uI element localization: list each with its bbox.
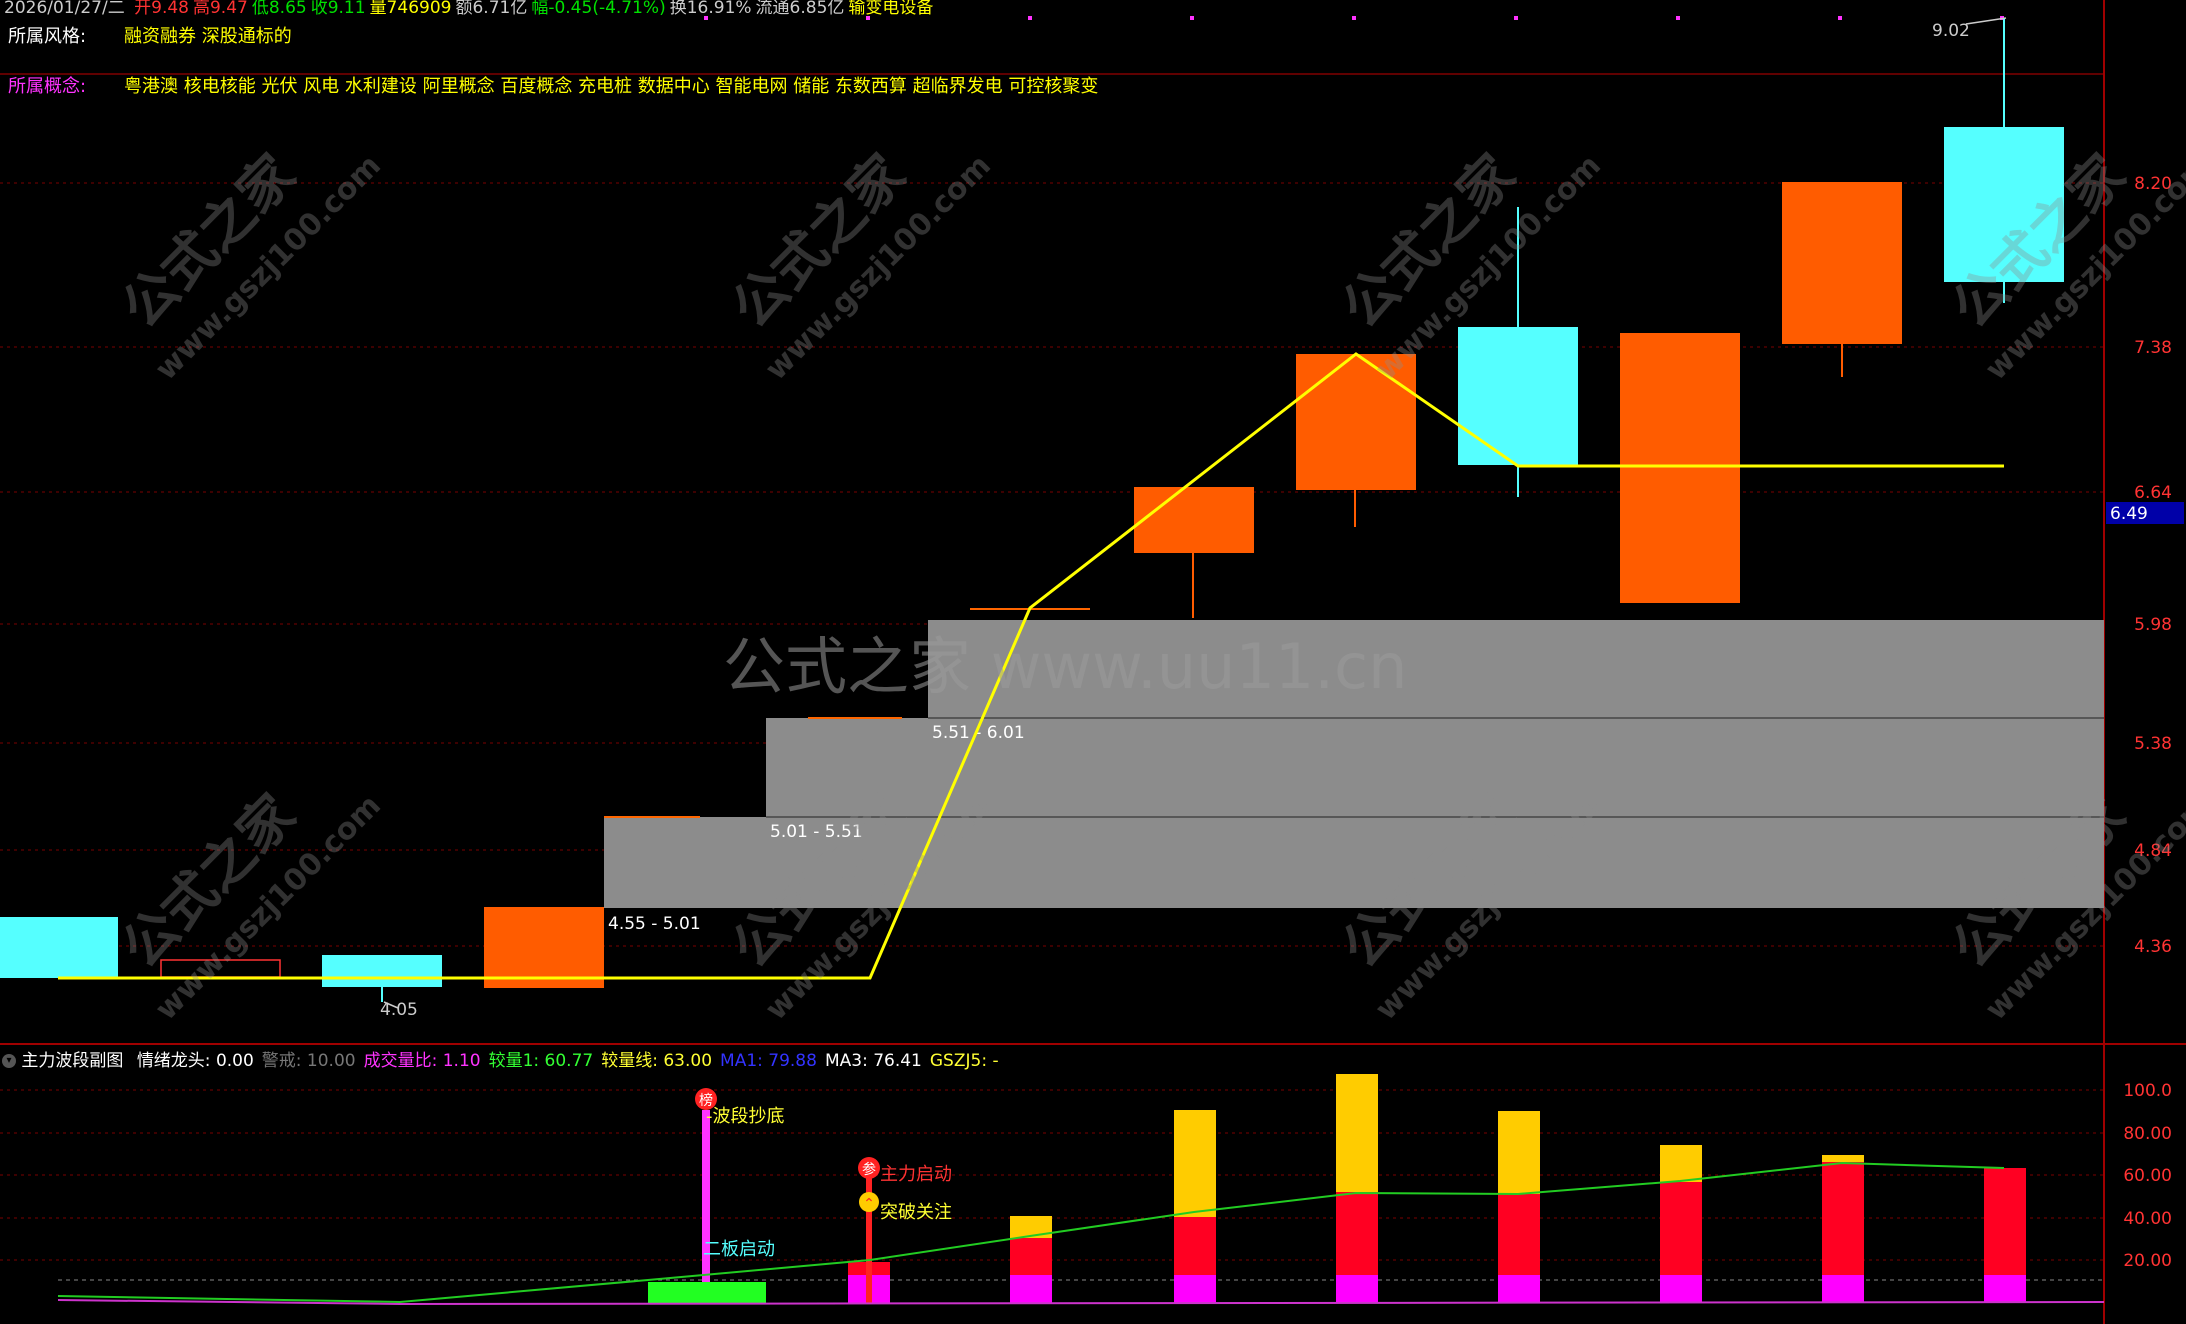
low-label: 4.05: [380, 1000, 418, 1020]
indicator-tick: 20.00: [2123, 1251, 2172, 1271]
candle-up: [484, 907, 604, 988]
red-bar: [1010, 1238, 1052, 1275]
indicator-value: 成交量比: 1.10: [363, 1051, 481, 1071]
magenta-bar: [1336, 1275, 1378, 1303]
signal-dot: [1352, 16, 1356, 20]
high-label: 9.02: [1932, 21, 1970, 41]
indicator-value: GSZJ5: -: [929, 1051, 999, 1071]
price-tick: 4.36: [2134, 937, 2172, 957]
yellow-bar: [1822, 1155, 1864, 1162]
candle-up: [1620, 333, 1740, 603]
yellow-bar: [1498, 1111, 1540, 1194]
stock-chart-window: 2026/01/27/二 开9.48 高9.47 低8.65 收9.11 量746909…: [0, 0, 2186, 1324]
current-price-value: 6.49: [2110, 504, 2148, 524]
signal-dot: [704, 16, 708, 20]
red-bar: [1660, 1182, 1702, 1275]
chart-canvas: 4.55 - 5.01 5.01 - 5.51 5.51 - 6.01 9.02…: [0, 0, 2186, 1324]
red-bar: [1984, 1168, 2026, 1275]
yellow-bar: [1174, 1110, 1216, 1217]
indicator-value: 情绪龙头: 0.00: [136, 1051, 254, 1071]
red-bar: [1336, 1192, 1378, 1275]
yellow-bar: [1336, 1074, 1378, 1192]
candle-up: [1134, 487, 1254, 553]
indicator-values: 情绪龙头: 0.00 警戒: 10.00 成交量比: 1.10 较量1: 60.77 较…: [129, 1051, 999, 1071]
indicator-value: 较量线: 63.00: [601, 1051, 713, 1071]
magenta-bar: [1660, 1275, 1702, 1303]
indicator-title-bar: ▾ 主力波段副图 情绪龙头: 0.00 警戒: 10.00 成交量比: 1.10 较量…: [2, 1046, 999, 1071]
indicator-value: 较量1: 60.77: [488, 1051, 594, 1071]
indicator-tick: 60.00: [2123, 1166, 2172, 1186]
indicator-tick: 40.00: [2123, 1209, 2172, 1229]
candle-down: [0, 917, 118, 978]
signal-dot: [1190, 16, 1194, 20]
signal-dot: [1676, 16, 1680, 20]
magenta-bar: [1174, 1275, 1216, 1303]
main-start-label: 主力启动: [880, 1164, 952, 1185]
zone-label-1: 4.55 - 5.01: [608, 914, 701, 934]
price-tick: 7.38: [2134, 338, 2172, 358]
candle-down: [1458, 327, 1578, 465]
wave-bottom-text: 波段抄底: [713, 1106, 785, 1127]
candle-up: [1782, 182, 1902, 344]
signal-dot: [866, 16, 870, 20]
magenta-bar: [1822, 1275, 1864, 1303]
high-arrow: [1965, 17, 2007, 25]
breakout-label: 突破关注: [880, 1202, 952, 1223]
signal-dot: [1514, 16, 1518, 20]
price-tick: 5.98: [2134, 615, 2172, 635]
red-bar: [1498, 1194, 1540, 1275]
green-bar: [648, 1282, 766, 1303]
indicator-pane: 榜 -波段抄底 二板启动 参 主力启动 ⌃ 突破关注 100.0 80.00 6…: [0, 1074, 2172, 1306]
indicator-value: 警戒: 10.00: [261, 1051, 356, 1071]
price-tick: 5.38: [2134, 734, 2172, 754]
candle-down: [322, 955, 442, 987]
red-bar: [1174, 1217, 1216, 1275]
signal-dots: [704, 16, 2004, 20]
magenta-bar: [1498, 1275, 1540, 1303]
center-watermark: 公式之家 www.uu11.cn: [723, 630, 1407, 703]
indicator-value: MA3: 76.41: [824, 1051, 922, 1071]
breakout-icon-glyph: ⌃: [863, 1196, 875, 1212]
price-tick: 6.64: [2134, 483, 2172, 503]
indicator-tick: 100.0: [2123, 1081, 2172, 1101]
signal-dot: [1838, 16, 1842, 20]
indicator-tick: 80.00: [2123, 1124, 2172, 1144]
wave-bottom-label: -波段抄底: [706, 1106, 785, 1127]
magenta-bar: [1984, 1275, 2026, 1303]
diagonal-watermark: 公式之家www.gszj100.com: [110, 143, 388, 388]
diagonal-watermark: 公式之家www.gszj100.com: [720, 143, 998, 388]
indicator-name[interactable]: 主力波段副图: [21, 1051, 123, 1071]
red-bar: [1822, 1162, 1864, 1275]
indicator-value: MA1: 79.88: [720, 1051, 817, 1071]
second-board-label: 二板启动: [703, 1239, 775, 1260]
signal-dot: [1028, 16, 1032, 20]
main-start-icon-text: 参: [862, 1161, 876, 1178]
yellow-bar: [1660, 1145, 1702, 1182]
collapse-toggle-icon[interactable]: ▾: [2, 1054, 16, 1068]
magenta-bar: [1010, 1275, 1052, 1303]
indicator-axis: 100.0 80.00 60.00 40.00 20.00: [2123, 1081, 2172, 1271]
